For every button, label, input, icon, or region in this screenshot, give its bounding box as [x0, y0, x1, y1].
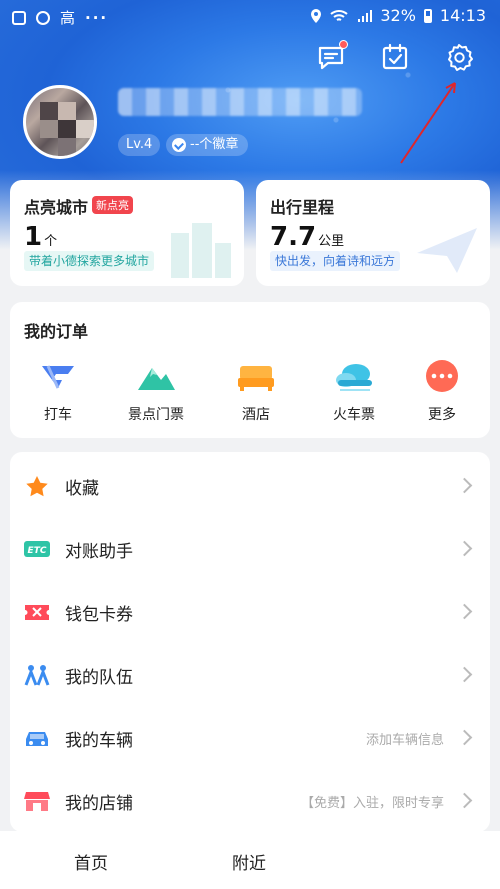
order-train-label: 火车票 [333, 407, 375, 423]
ticket-icon [25, 605, 49, 620]
lit-cities-title: 点亮城市 [24, 198, 89, 217]
gallery-notification-icon [12, 10, 26, 25]
chevron-right-icon [456, 603, 473, 620]
menu-list: 收藏 ETC 对账助手 钱包卡券 我的队伍 我的车辆 添加车辆信息 我的店铺 【… [10, 452, 490, 832]
mileage-card[interactable]: 出行里程 7.7 公里 快出发，向着诗和远方 [256, 180, 490, 286]
tab-nearby[interactable]: 附近 [232, 849, 266, 874]
order-taxi[interactable]: 打车 [18, 358, 98, 424]
menu-label: 对账助手 [65, 542, 133, 562]
tab-home[interactable]: 首页 [74, 849, 108, 874]
mountain-icon [138, 368, 175, 390]
lit-cities-card[interactable]: 点亮城市 新点亮 1个 带着小德探索更多城市 [10, 180, 244, 286]
chevron-right-icon [456, 729, 473, 746]
menu-item-wallet[interactable]: 钱包卡券 [10, 580, 490, 643]
navigation-notification-icon [36, 10, 50, 25]
team-icon [24, 665, 50, 686]
order-hotel-label: 酒店 [242, 407, 270, 423]
more-notifications-icon: ··· [85, 8, 109, 27]
order-tickets[interactable]: 景点门票 [116, 358, 196, 424]
chevron-right-icon [456, 540, 473, 557]
menu-item-vehicle[interactable]: 我的车辆 添加车辆信息 [10, 706, 490, 769]
username-blurred[interactable] [118, 88, 362, 116]
menu-label: 我的店铺 [65, 794, 133, 814]
annotation-arrow [400, 82, 456, 164]
medal-badge[interactable]: --个徽章 [166, 134, 249, 156]
battery-icon [423, 8, 432, 23]
message-button[interactable] [316, 40, 348, 72]
chevron-right-icon [456, 792, 473, 809]
bed-icon [238, 366, 274, 391]
lit-cities-tip: 带着小德探索更多城市 [24, 251, 155, 271]
taxi-icon [42, 365, 74, 389]
order-train[interactable]: 火车票 [314, 358, 394, 424]
more-icon [426, 360, 458, 392]
battery-percent: 32% [380, 6, 416, 25]
bottom-tab-bar: 首页 附近 [0, 831, 500, 889]
wifi-icon [330, 9, 348, 21]
app-notification-text: 高 [60, 9, 76, 27]
mileage-value: 7.7 公里 [270, 222, 345, 252]
gear-icon [448, 44, 473, 71]
menu-label: 我的队伍 [65, 668, 133, 688]
menu-hint: 【免费】入驻，限时专享 [300, 796, 444, 811]
unread-dot [339, 40, 348, 49]
medal-icon [172, 138, 186, 152]
my-orders-title: 我的订单 [24, 322, 89, 341]
order-more[interactable]: 更多 [402, 358, 482, 424]
menu-label: 收藏 [65, 479, 99, 499]
medal-count: --个徽章 [190, 137, 239, 152]
status-bar: 高 ··· 32% 14:13 [0, 0, 500, 32]
paper-plane-illustration [417, 228, 477, 273]
level-badge[interactable]: Lv.4 [118, 134, 161, 156]
building-illustration [171, 223, 231, 278]
menu-hint: 添加车辆信息 [365, 733, 444, 748]
location-icon [311, 8, 322, 23]
order-more-label: 更多 [428, 407, 456, 423]
menu-item-favorites[interactable]: 收藏 [10, 454, 490, 517]
car-icon [26, 732, 48, 746]
mileage-tip: 快出发，向着诗和远方 [270, 251, 401, 271]
store-icon [24, 792, 50, 811]
mileage-title: 出行里程 [270, 198, 335, 217]
menu-label: 我的车辆 [65, 731, 133, 751]
my-orders-card: 我的订单 打车 景点门票 酒店 火车票 更多 [10, 302, 490, 438]
checkin-button[interactable] [380, 42, 410, 72]
star-icon [26, 476, 48, 497]
menu-item-team[interactable]: 我的队伍 [10, 643, 490, 706]
new-lit-tag: 新点亮 [92, 196, 133, 214]
clock: 14:13 [439, 6, 486, 25]
etc-icon: ETC [24, 541, 50, 557]
chevron-right-icon [456, 666, 473, 683]
order-tickets-label: 景点门票 [128, 407, 184, 423]
calendar-check-icon [382, 43, 408, 70]
chevron-right-icon [456, 477, 473, 494]
settings-button[interactable] [444, 42, 474, 72]
order-taxi-label: 打车 [44, 407, 72, 423]
menu-item-store[interactable]: 我的店铺 【免费】入驻，限时专享 [10, 769, 490, 832]
avatar[interactable] [23, 85, 97, 159]
menu-label: 钱包卡券 [65, 605, 133, 625]
menu-item-reconcile[interactable]: ETC 对账助手 [10, 517, 490, 580]
svg-text:ETC: ETC [28, 546, 47, 556]
order-hotel[interactable]: 酒店 [216, 358, 296, 424]
lit-cities-value: 1个 [24, 222, 58, 252]
cloud-train-icon [336, 364, 372, 391]
signal-icon [358, 9, 373, 22]
